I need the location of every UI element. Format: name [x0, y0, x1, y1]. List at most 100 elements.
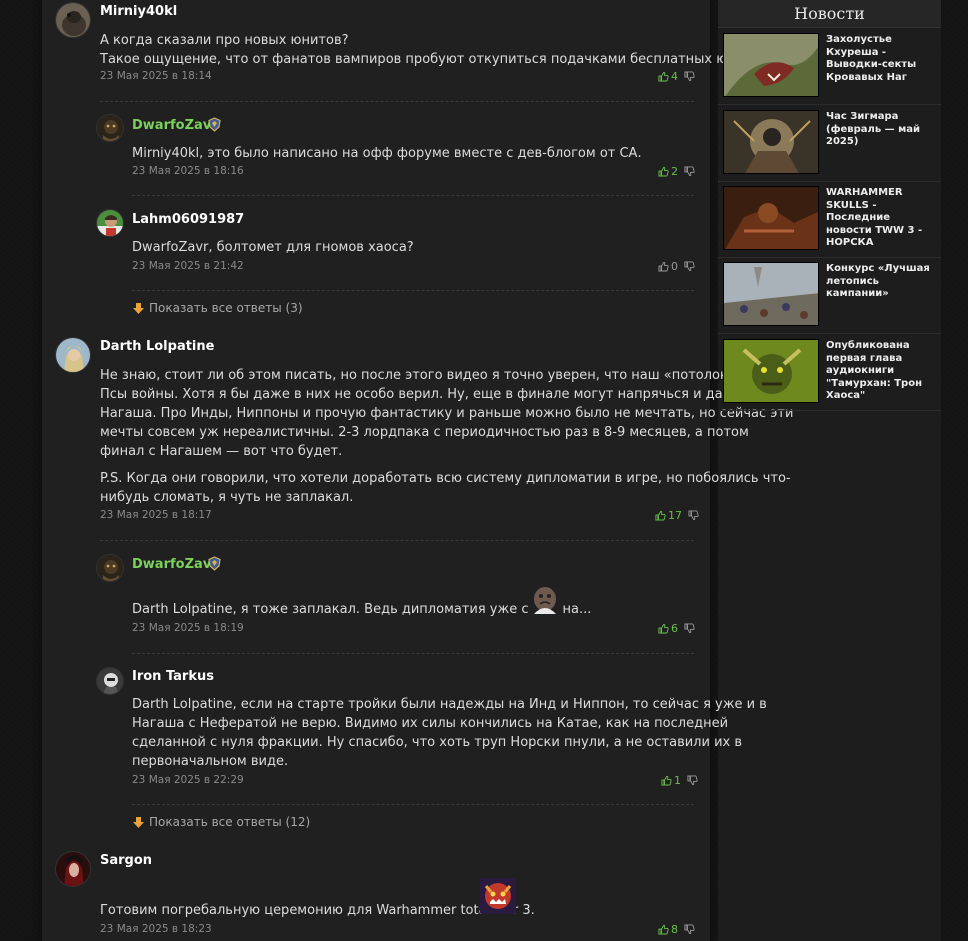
comment-author[interactable]: DwarfoZavr — [132, 557, 218, 572]
news-thumbnail[interactable] — [723, 186, 819, 250]
comment-author[interactable]: DwarfoZavr — [132, 118, 218, 133]
like-button[interactable]: 6 — [658, 622, 678, 635]
thumbs-up-icon — [655, 510, 666, 521]
show-all-replies-button[interactable]: Показать все ответы (3) — [132, 301, 303, 315]
news-item[interactable]: WARHAMMER SKULLS - Последние новости TWW… — [718, 182, 941, 258]
news-item[interactable]: Конкурс «Лучшая летопись кампании» — [718, 258, 941, 334]
thumbs-up-icon — [658, 261, 669, 272]
comment-divider — [132, 195, 694, 196]
comment-author[interactable]: Iron Tarkus — [132, 669, 214, 684]
comment-votes: 4 — [658, 70, 695, 83]
comment-author[interactable]: Darth Lolpatine — [100, 339, 214, 354]
comment-text-line: Нагаша. Про Инды, Ниппоны и прочую фанта… — [100, 406, 794, 421]
news-thumbnail[interactable] — [723, 262, 819, 326]
comment-text: А когда сказали про новых юнитов? Такое … — [100, 31, 780, 69]
avatar[interactable] — [96, 209, 124, 237]
thumbs-down-icon[interactable] — [684, 71, 695, 82]
news-item[interactable]: Час Зигмара (февраль — май 2025) — [718, 106, 941, 182]
arrow-down-icon — [133, 816, 144, 828]
comment-votes: 17 — [655, 509, 699, 522]
comment-text: Не знаю, стоит ли об этом писать, но пос… — [100, 366, 793, 461]
thumbs-down-icon[interactable] — [684, 924, 695, 935]
like-count: 4 — [671, 70, 678, 83]
news-title[interactable]: Опубликована первая глава аудиокниги "Та… — [826, 340, 936, 403]
comment-text-line: Не знаю, стоит ли об этом писать, но пос… — [100, 368, 780, 383]
comment-date: 23 Мая 2025 в 21:42 — [132, 260, 244, 272]
like-button[interactable]: 1 — [661, 774, 681, 787]
like-button[interactable]: 4 — [658, 70, 678, 83]
avatar[interactable] — [96, 667, 124, 695]
thumbs-down-icon[interactable] — [684, 261, 695, 272]
comment-text-line: А когда сказали про новых юнитов? — [100, 33, 349, 48]
comment-divider — [100, 101, 694, 102]
show-all-replies-label: Показать все ответы (3) — [149, 301, 303, 315]
news-title[interactable]: Конкурс «Лучшая летопись кампании» — [826, 263, 936, 301]
comment-date: 23 Мая 2025 в 18:23 — [100, 923, 212, 935]
comment-date: 23 Мая 2025 в 18:16 — [132, 165, 244, 177]
news-header: Новости — [718, 0, 941, 28]
like-button[interactable]: 0 — [658, 260, 678, 273]
comment-author[interactable]: Mirniy40kl — [100, 4, 177, 19]
news-title[interactable]: Час Зигмара (февраль — май 2025) — [826, 111, 936, 149]
comment-text: Darth Lolpatine, я тоже заплакал. Ведь д… — [132, 602, 592, 617]
thumbs-down-icon[interactable] — [684, 166, 695, 177]
like-button[interactable]: 17 — [655, 509, 682, 522]
thumbs-up-icon — [658, 166, 669, 177]
comment-text-line: Darth Lolpatine, если на старте тройки б… — [132, 697, 767, 712]
avatar[interactable] — [55, 851, 91, 887]
show-all-replies-label: Показать все ответы (12) — [149, 815, 311, 829]
comment-text-line: Псы войны. Хотя я бы даже в них не особо… — [100, 387, 738, 402]
news-item[interactable]: Опубликована первая глава аудиокниги "Та… — [718, 335, 941, 411]
news-thumbnail[interactable] — [723, 33, 819, 97]
avatar[interactable] — [96, 554, 124, 582]
demon-sticker-image — [480, 878, 516, 914]
avatar[interactable] — [96, 114, 124, 142]
shield-badge-icon — [208, 556, 221, 571]
thumbs-up-icon — [658, 71, 669, 82]
like-count: 6 — [671, 622, 678, 635]
arrow-down-icon — [133, 302, 144, 314]
thumbs-down-icon[interactable] — [688, 510, 699, 521]
like-button[interactable]: 2 — [658, 165, 678, 178]
comment-divider — [100, 540, 694, 541]
shield-badge-icon — [208, 117, 221, 132]
comment-divider — [132, 653, 694, 654]
comment-author[interactable]: Lahm06091987 — [132, 212, 244, 227]
avatar[interactable] — [55, 337, 91, 373]
comment-divider — [132, 804, 694, 805]
comment-text: DwarfoZavr, болтомет для гномов хаоса? — [132, 240, 414, 255]
news-thumbnail[interactable] — [723, 339, 819, 403]
comment-author[interactable]: Sargon — [100, 853, 152, 868]
avatar[interactable] — [55, 2, 91, 38]
comment-text-line: сделанной с нуля фракции. Ну спасибо, чт… — [132, 735, 743, 750]
comment-date: 23 Мая 2025 в 18:14 — [100, 70, 212, 82]
like-count: 17 — [668, 509, 682, 522]
comment-text-ps: P.S. Когда они говорили, что хотели дора… — [100, 469, 791, 507]
comment-votes: 2 — [658, 165, 695, 178]
comment-date: 23 Мая 2025 в 22:29 — [132, 774, 244, 786]
news-title[interactable]: Захолустье Кхуреша - Выводки-секты Крова… — [826, 34, 936, 84]
like-button[interactable]: 8 — [658, 923, 678, 936]
like-count: 1 — [674, 774, 681, 787]
news-thumbnail[interactable] — [723, 110, 819, 174]
comment-votes: 6 — [658, 622, 695, 635]
news-title[interactable]: WARHAMMER SKULLS - Последние новости TWW… — [826, 187, 936, 250]
show-all-replies-button[interactable]: Показать все ответы (12) — [132, 815, 310, 829]
comment-votes: 1 — [661, 774, 698, 787]
like-count: 0 — [671, 260, 678, 273]
comment-text-line: первоначальном виде. — [132, 754, 289, 769]
thumbs-up-icon — [658, 623, 669, 634]
thumbs-down-icon[interactable] — [684, 623, 695, 634]
like-count: 2 — [671, 165, 678, 178]
comment-divider — [132, 290, 694, 291]
comment-text-line: нибудь сломать, я чуть не заплакал. — [100, 490, 354, 505]
thumbs-down-icon[interactable] — [687, 775, 698, 786]
like-count: 8 — [671, 923, 678, 936]
comment-text-line: Нагаша с Нефератой не верю. Видимо их си… — [132, 716, 729, 731]
comment-text-line: Такое ощущение, что от фанатов вампиров … — [100, 52, 780, 67]
comment-date: 23 Мая 2025 в 18:19 — [132, 622, 244, 634]
comment-text: Готовим погребальную церемонию для Warha… — [100, 903, 535, 918]
news-item[interactable]: Захолустье Кхуреша - Выводки-секты Крова… — [718, 29, 941, 105]
comment-text-line: P.S. Когда они говорили, что хотели дора… — [100, 471, 791, 486]
thumbs-up-icon — [658, 924, 669, 935]
